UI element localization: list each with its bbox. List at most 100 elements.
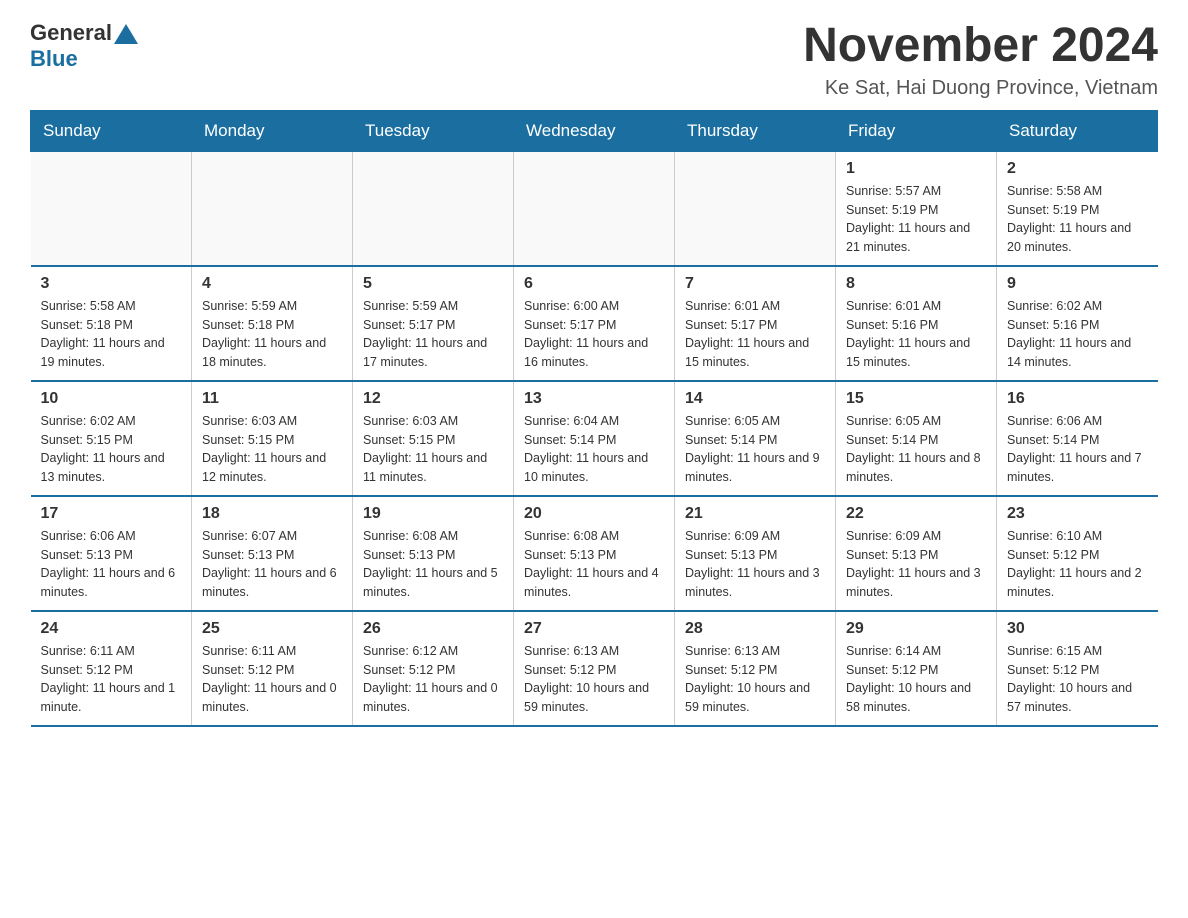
day-number: 5 [363, 275, 503, 293]
calendar-cell [514, 151, 675, 266]
day-number: 10 [41, 390, 182, 408]
day-info: Sunrise: 6:10 AMSunset: 5:12 PMDaylight:… [1007, 527, 1148, 602]
day-number: 20 [524, 505, 664, 523]
day-number: 25 [202, 620, 342, 638]
day-info: Sunrise: 6:08 AMSunset: 5:13 PMDaylight:… [363, 527, 503, 602]
calendar-cell: 6 Sunrise: 6:00 AMSunset: 5:17 PMDaylight… [514, 266, 675, 381]
logo: General Blue [30, 20, 138, 72]
day-info: Sunrise: 6:11 AMSunset: 5:12 PMDaylight:… [41, 642, 182, 717]
day-number: 7 [685, 275, 825, 293]
day-info: Sunrise: 6:09 AMSunset: 5:13 PMDaylight:… [685, 527, 825, 602]
calendar-cell: 4 Sunrise: 5:59 AMSunset: 5:18 PMDaylight… [192, 266, 353, 381]
calendar-cell: 3 Sunrise: 5:58 AMSunset: 5:18 PMDaylight… [31, 266, 192, 381]
calendar-cell: 17 Sunrise: 6:06 AMSunset: 5:13 PMDayligh… [31, 496, 192, 611]
calendar-cell [31, 151, 192, 266]
day-info: Sunrise: 5:57 AMSunset: 5:19 PMDaylight:… [846, 182, 986, 257]
day-number: 28 [685, 620, 825, 638]
calendar-week-3: 10Sunrise: 6:02 AMSunset: 5:15 PMDayligh… [31, 381, 1158, 496]
calendar-cell: 15 Sunrise: 6:05 AMSunset: 5:14 PMDayligh… [836, 381, 997, 496]
day-info: Sunrise: 6:03 AMSunset: 5:15 PMDaylight:… [363, 412, 503, 487]
calendar-week-2: 3 Sunrise: 5:58 AMSunset: 5:18 PMDaylight… [31, 266, 1158, 381]
calendar-header: SundayMondayTuesdayWednesdayThursdayFrid… [31, 110, 1158, 151]
calendar-cell: 11Sunrise: 6:03 AMSunset: 5:15 PMDayligh… [192, 381, 353, 496]
day-header-wednesday: Wednesday [514, 110, 675, 151]
calendar-cell: 2 Sunrise: 5:58 AMSunset: 5:19 PMDaylight… [997, 151, 1158, 266]
calendar-cell: 23 Sunrise: 6:10 AMSunset: 5:12 PMDayligh… [997, 496, 1158, 611]
day-number: 13 [524, 390, 664, 408]
calendar-cell: 9Sunrise: 6:02 AMSunset: 5:16 PMDaylight… [997, 266, 1158, 381]
day-header-tuesday: Tuesday [353, 110, 514, 151]
day-number: 2 [1007, 160, 1148, 178]
day-header-sunday: Sunday [31, 110, 192, 151]
day-number: 8 [846, 275, 986, 293]
day-number: 22 [846, 505, 986, 523]
calendar-week-4: 17 Sunrise: 6:06 AMSunset: 5:13 PMDayligh… [31, 496, 1158, 611]
calendar-cell: 25 Sunrise: 6:11 AMSunset: 5:12 PMDayligh… [192, 611, 353, 726]
calendar-table: SundayMondayTuesdayWednesdayThursdayFrid… [30, 110, 1158, 727]
calendar-body: 1 Sunrise: 5:57 AMSunset: 5:19 PMDaylight… [31, 151, 1158, 726]
calendar-cell: 30 Sunrise: 6:15 AMSunset: 5:12 PMDayligh… [997, 611, 1158, 726]
calendar-cell [353, 151, 514, 266]
day-info: Sunrise: 6:14 AMSunset: 5:12 PMDaylight:… [846, 642, 986, 717]
day-info: Sunrise: 5:59 AMSunset: 5:17 PMDaylight:… [363, 297, 503, 372]
title-block: November 2024 Ke Sat, Hai Duong Province… [803, 20, 1158, 100]
logo-general-text: General [30, 20, 112, 46]
calendar-cell: 8 Sunrise: 6:01 AMSunset: 5:16 PMDaylight… [836, 266, 997, 381]
day-number: 6 [524, 275, 664, 293]
day-info: Sunrise: 6:04 AMSunset: 5:14 PMDaylight:… [524, 412, 664, 487]
calendar-cell [675, 151, 836, 266]
day-number: 21 [685, 505, 825, 523]
calendar-cell: 19 Sunrise: 6:08 AMSunset: 5:13 PMDayligh… [353, 496, 514, 611]
day-number: 3 [41, 275, 182, 293]
day-info: Sunrise: 6:06 AMSunset: 5:13 PMDaylight:… [41, 527, 182, 602]
calendar-cell: 28 Sunrise: 6:13 AMSunset: 5:12 PMDayligh… [675, 611, 836, 726]
day-info: Sunrise: 6:13 AMSunset: 5:12 PMDaylight:… [685, 642, 825, 717]
calendar-subtitle: Ke Sat, Hai Duong Province, Vietnam [803, 77, 1158, 100]
day-info: Sunrise: 5:59 AMSunset: 5:18 PMDaylight:… [202, 297, 342, 372]
day-number: 30 [1007, 620, 1148, 638]
day-info: Sunrise: 6:13 AMSunset: 5:12 PMDaylight:… [524, 642, 664, 717]
day-number: 23 [1007, 505, 1148, 523]
logo-wordmark: General Blue [30, 20, 138, 72]
day-info: Sunrise: 6:00 AMSunset: 5:17 PMDaylight:… [524, 297, 664, 372]
calendar-cell: 22Sunrise: 6:09 AMSunset: 5:13 PMDayligh… [836, 496, 997, 611]
day-header-saturday: Saturday [997, 110, 1158, 151]
calendar-cell: 26 Sunrise: 6:12 AMSunset: 5:12 PMDayligh… [353, 611, 514, 726]
day-number: 4 [202, 275, 342, 293]
day-number: 19 [363, 505, 503, 523]
calendar-week-1: 1 Sunrise: 5:57 AMSunset: 5:19 PMDaylight… [31, 151, 1158, 266]
day-info: Sunrise: 6:01 AMSunset: 5:16 PMDaylight:… [846, 297, 986, 372]
day-number: 29 [846, 620, 986, 638]
calendar-cell: 29 Sunrise: 6:14 AMSunset: 5:12 PMDayligh… [836, 611, 997, 726]
day-number: 27 [524, 620, 664, 638]
day-number: 18 [202, 505, 342, 523]
day-info: Sunrise: 6:05 AMSunset: 5:14 PMDaylight:… [846, 412, 986, 487]
day-info: Sunrise: 6:06 AMSunset: 5:14 PMDaylight:… [1007, 412, 1148, 487]
calendar-cell: 1 Sunrise: 5:57 AMSunset: 5:19 PMDaylight… [836, 151, 997, 266]
calendar-cell: 14 Sunrise: 6:05 AMSunset: 5:14 PMDayligh… [675, 381, 836, 496]
calendar-cell: 24Sunrise: 6:11 AMSunset: 5:12 PMDayligh… [31, 611, 192, 726]
day-header-friday: Friday [836, 110, 997, 151]
day-number: 15 [846, 390, 986, 408]
day-number: 26 [363, 620, 503, 638]
day-number: 9 [1007, 275, 1148, 293]
logo-triangle-icon [114, 24, 138, 44]
logo-blue-text: Blue [30, 46, 78, 72]
calendar-week-5: 24Sunrise: 6:11 AMSunset: 5:12 PMDayligh… [31, 611, 1158, 726]
calendar-cell: 16 Sunrise: 6:06 AMSunset: 5:14 PMDayligh… [997, 381, 1158, 496]
day-header-thursday: Thursday [675, 110, 836, 151]
day-info: Sunrise: 5:58 AMSunset: 5:18 PMDaylight:… [41, 297, 182, 372]
day-number: 16 [1007, 390, 1148, 408]
day-number: 14 [685, 390, 825, 408]
day-info: Sunrise: 6:12 AMSunset: 5:12 PMDaylight:… [363, 642, 503, 717]
day-info: Sunrise: 5:58 AMSunset: 5:19 PMDaylight:… [1007, 182, 1148, 257]
day-info: Sunrise: 6:15 AMSunset: 5:12 PMDaylight:… [1007, 642, 1148, 717]
calendar-cell: 12 Sunrise: 6:03 AMSunset: 5:15 PMDayligh… [353, 381, 514, 496]
day-info: Sunrise: 6:08 AMSunset: 5:13 PMDaylight:… [524, 527, 664, 602]
day-info: Sunrise: 6:07 AMSunset: 5:13 PMDaylight:… [202, 527, 342, 602]
day-info: Sunrise: 6:11 AMSunset: 5:12 PMDaylight:… [202, 642, 342, 717]
day-number: 1 [846, 160, 986, 178]
day-info: Sunrise: 6:05 AMSunset: 5:14 PMDaylight:… [685, 412, 825, 487]
day-number: 17 [41, 505, 182, 523]
day-number: 12 [363, 390, 503, 408]
